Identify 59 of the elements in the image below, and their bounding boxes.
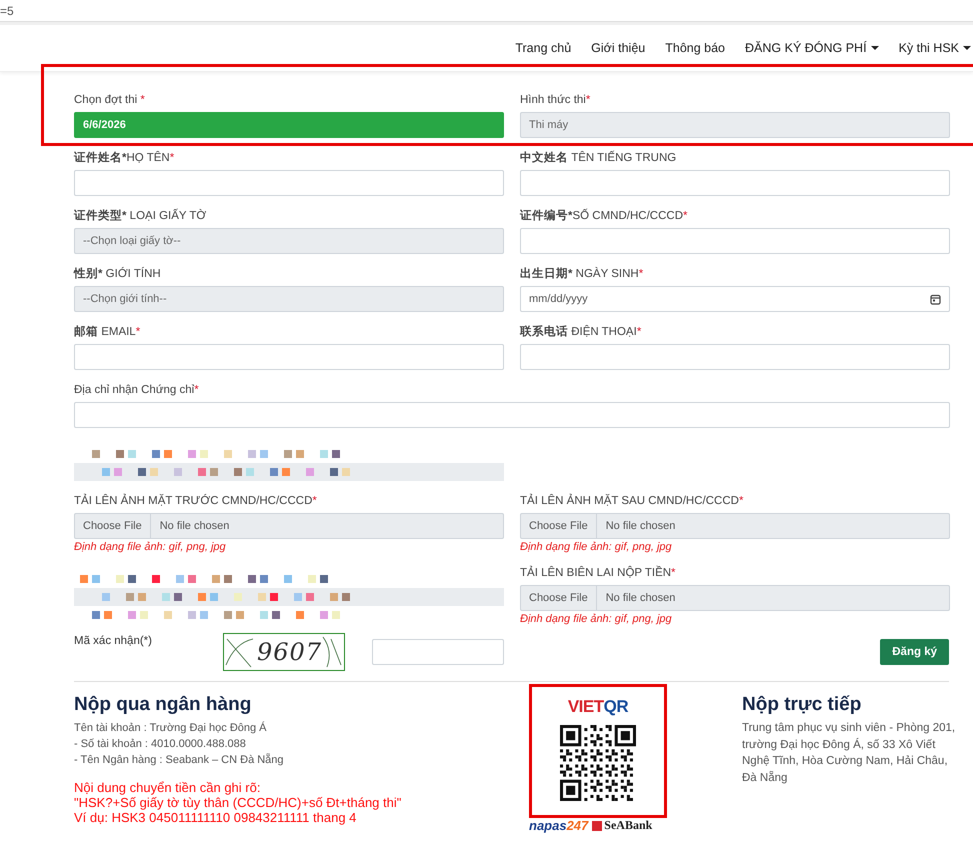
account-info-text: Tên tài khoản : Trường Đại học Đông Á [74, 720, 268, 736]
transfer-note-text: Nội dung chuyển tiền cần ghi rõ: [74, 780, 262, 795]
dropdown-select[interactable]: --Chọn loại giấy tờ-- [74, 228, 504, 254]
nav-link[interactable]: Thông báo [665, 41, 726, 55]
file-status-text: No file chosen [158, 520, 230, 532]
field-label: 证件姓名*HỌ TÊN* [74, 151, 176, 165]
format-hint: Định dạng file ảnh: gif, png, jpg [520, 541, 673, 553]
field-label: TẢI LÊN ẢNH MẶT TRƯỚC CMND/HC/CCCD* [74, 494, 318, 508]
vietqr-logo: VIETQR [568, 697, 628, 717]
account-info-text: - Số tài khoản : 4010.0000.488.088 [74, 737, 247, 752]
nav-link[interactable]: Giới thiệu [591, 41, 646, 55]
calendar-icon[interactable] [930, 294, 941, 304]
readonly-field: Thi máy [520, 112, 950, 138]
transfer-note-text: "HSK?+Số giấy tờ tùy thân (CCCD/HC)+số Đt+tháng thi" [74, 795, 402, 810]
nav-link[interactable]: Kỳ thi HSK [898, 41, 971, 55]
choose-file-button[interactable]: Choose File [521, 586, 597, 610]
input-field[interactable] [74, 170, 504, 196]
field-label: 性别* GIỚI TÍNH [74, 267, 162, 281]
address-text: =5 [0, 4, 14, 18]
napas-logo: napas247 [529, 818, 588, 833]
section-heading: Nộp qua ngân hàng [74, 694, 252, 716]
transfer-note-text: Ví dụ: HSK3 045011111110 09843211111 thang 4 [74, 810, 358, 825]
field-label: 邮箱 EMAIL* [74, 325, 142, 339]
field-label: Chọn đợt thi * [74, 93, 146, 107]
input-field[interactable] [520, 170, 950, 196]
address-text: Trung tâm phục vụ sinh viên - Phòng 201, trường Đại học Đông Á, số 33 Xô Viết Nghệ Tĩnh, Hòa Cường Nam, Hải Châu, Đà Nẵng [742, 721, 956, 786]
account-info-text: - Tên Ngân hàng : Seabank – CN Đà Nẵng [74, 752, 285, 768]
format-hint: Định dạng file ảnh: gif, png, jpg [74, 541, 227, 553]
nav-link[interactable]: ĐĂNG KÝ ĐÓNG PHÍ [745, 41, 879, 55]
field-label: TẢI LÊN BIÊN LAI NỘP TIỀN* [520, 566, 677, 580]
choose-file-button[interactable]: Choose File [75, 514, 151, 538]
input-field[interactable] [520, 344, 950, 370]
nav-link[interactable]: Trang chủ [515, 41, 572, 55]
field-label: TẢI LÊN ẢNH MẶT SAU CMND/HC/CCCD* [520, 494, 744, 508]
captcha-input-field[interactable] [372, 639, 504, 665]
file-input[interactable]: Choose File No file chosen [520, 585, 950, 611]
field-label: 证件编号*SỐ CMND/HC/CCCD* [520, 209, 688, 223]
date-field[interactable]: mm/dd/yyyy [520, 286, 950, 312]
file-status-text: No file chosen [604, 520, 676, 532]
file-input[interactable]: Choose File No file chosen [74, 513, 504, 539]
dropdown-select[interactable]: --Chọn giới tính-- [74, 286, 504, 312]
field-label: 出生日期* NGÀY SINH* [520, 267, 644, 281]
field-label: 中文姓名 TÊN TIẾNG TRUNG [520, 151, 678, 165]
format-hint: Định dạng file ảnh: gif, png, jpg [520, 613, 673, 625]
seabank-logo: SeABank [592, 818, 652, 833]
captcha-label: Mã xác nhận(*) [74, 635, 153, 647]
file-status-text: No file chosen [604, 592, 676, 604]
input-field[interactable] [74, 402, 950, 428]
input-field[interactable] [74, 344, 504, 370]
choose-file-button[interactable]: Choose File [521, 514, 597, 538]
field-label: 证件类型* LOẠI GIẤY TỜ [74, 209, 208, 223]
field-label: 联系电话 ĐIỆN THOẠI* [520, 325, 642, 339]
file-input[interactable]: Choose File No file chosen [520, 513, 950, 539]
input-field[interactable] [520, 228, 950, 254]
captcha-image: 9607 [223, 633, 345, 671]
field-label: Hình thức thi* [520, 93, 592, 107]
register-button[interactable]: Đăng ký [880, 639, 949, 665]
section-heading: Nộp trực tiếp [742, 694, 862, 716]
field-label: Địa chỉ nhận Chứng chỉ* [74, 383, 200, 397]
